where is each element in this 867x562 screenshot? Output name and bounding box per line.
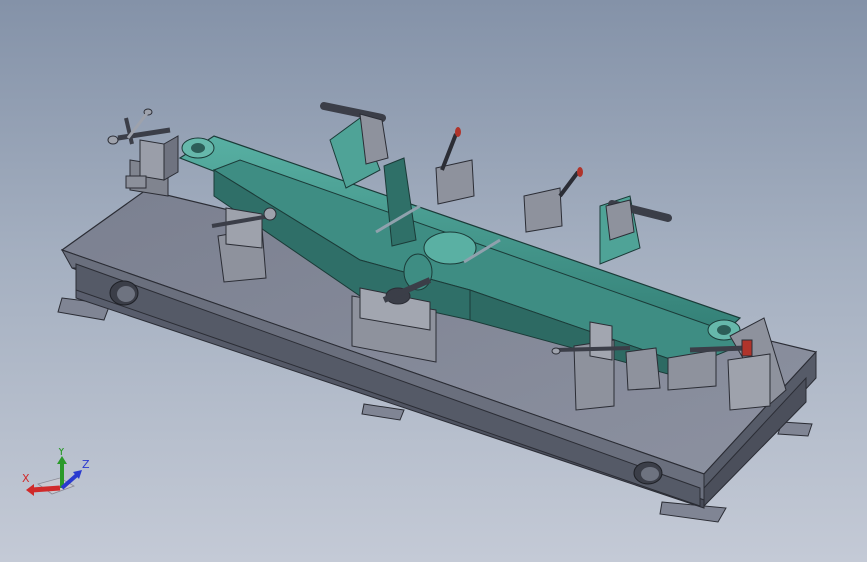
toggle-clamp[interactable] bbox=[435, 127, 475, 205]
triad-x-label: X bbox=[22, 472, 30, 485]
base-foot bbox=[659, 501, 727, 523]
graphics-viewport[interactable]: X Y Z bbox=[0, 0, 867, 562]
orientation-triad[interactable]: X Y Z bbox=[18, 448, 96, 506]
triad-y-label: Y bbox=[57, 448, 65, 458]
triad-z-label: Z bbox=[82, 458, 90, 471]
triad-origin-icon bbox=[26, 456, 82, 496]
toggle-clamp[interactable] bbox=[523, 167, 583, 233]
fixture-support[interactable] bbox=[625, 347, 661, 391]
model-view[interactable] bbox=[0, 0, 867, 562]
left-end-support[interactable] bbox=[125, 135, 179, 197]
left-clamp-screw[interactable] bbox=[107, 108, 171, 145]
base-foot bbox=[361, 403, 405, 421]
